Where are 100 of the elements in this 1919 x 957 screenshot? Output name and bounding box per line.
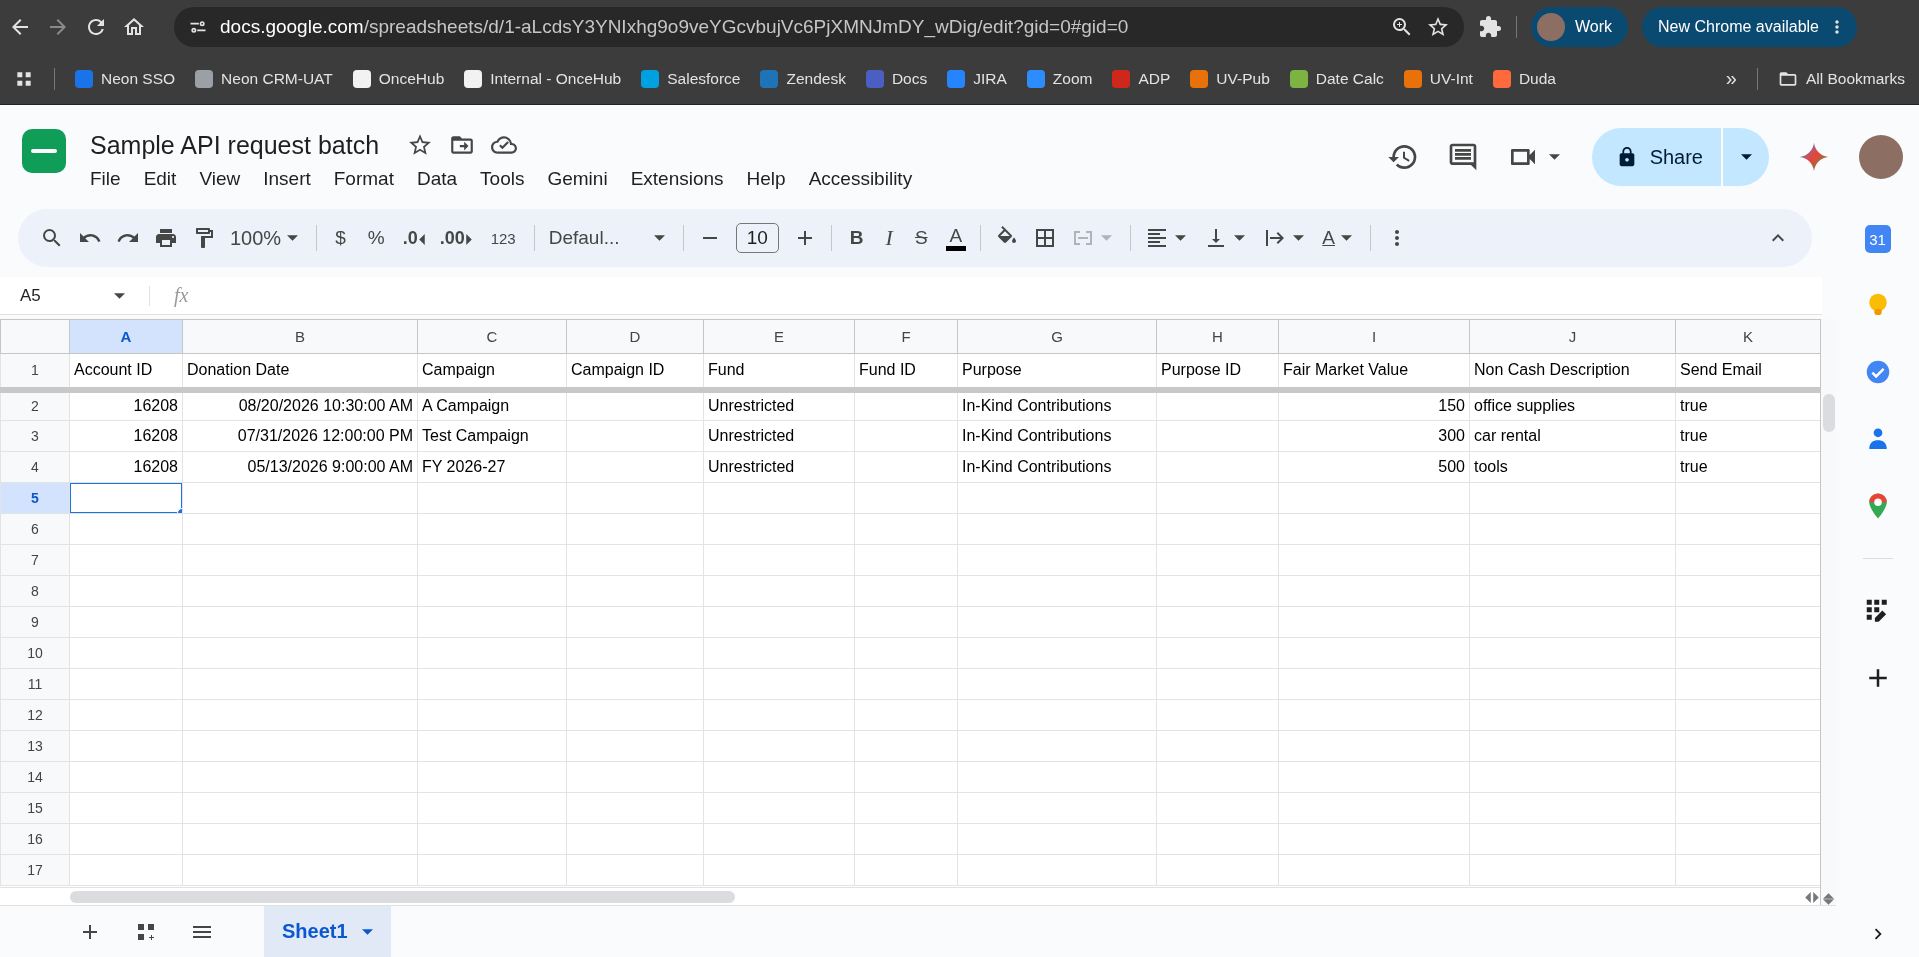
row-header[interactable]: 9 bbox=[0, 606, 70, 638]
table-cell: 05/13/2026 9:00:00 AM bbox=[182, 451, 418, 483]
scrollbar-thumb[interactable] bbox=[70, 890, 735, 903]
bookmark[interactable]: Zendesk bbox=[760, 69, 846, 88]
avatar[interactable] bbox=[1859, 135, 1903, 179]
menu-item[interactable]: File bbox=[90, 165, 129, 192]
text-color-button[interactable]: A bbox=[945, 225, 967, 251]
row-header[interactable]: 7 bbox=[0, 544, 70, 576]
row-header[interactable]: 11 bbox=[0, 668, 70, 700]
all-bookmarks-button[interactable]: All Bookmarks bbox=[1777, 68, 1905, 89]
column-header[interactable]: B bbox=[182, 319, 418, 354]
table-cell: Purpose ID bbox=[1156, 353, 1279, 390]
profile-button[interactable]: Work bbox=[1531, 6, 1629, 47]
sheet-tab[interactable]: Sheet1 bbox=[264, 905, 391, 957]
arrow-icon bbox=[465, 233, 472, 245]
formula-label: fx bbox=[174, 284, 189, 307]
table-cell: Unrestricted bbox=[703, 420, 855, 452]
italic-button[interactable]: I bbox=[881, 225, 897, 251]
menu-item[interactable]: View bbox=[199, 165, 249, 192]
print-icon[interactable] bbox=[154, 226, 178, 250]
scroll-up-icon[interactable] bbox=[1823, 893, 1834, 899]
name-box[interactable]: A5 bbox=[0, 285, 150, 306]
column-header[interactable]: I bbox=[1278, 319, 1470, 354]
row-header[interactable]: 12 bbox=[0, 699, 70, 731]
more-bookmarks-button[interactable]: » bbox=[1725, 67, 1737, 90]
bookmark[interactable]: Duda bbox=[1492, 69, 1556, 88]
font-dropdown[interactable]: Defaul... bbox=[548, 227, 669, 249]
column-header[interactable]: F bbox=[854, 319, 958, 354]
table-cell: Unrestricted bbox=[703, 451, 855, 483]
strikethrough-button[interactable]: S bbox=[910, 227, 932, 249]
font-size-field[interactable]: 10 bbox=[735, 223, 779, 253]
calendar-icon[interactable]: 31 bbox=[1864, 225, 1891, 253]
row-header[interactable]: 3 bbox=[0, 420, 70, 452]
row-header[interactable]: 13 bbox=[0, 730, 70, 762]
column-header[interactable]: D bbox=[566, 319, 704, 354]
bookmark[interactable]: JIRA bbox=[947, 69, 1007, 88]
bookmark[interactable]: UV-Int bbox=[1403, 69, 1473, 88]
number-format-button[interactable]: 123 bbox=[486, 229, 520, 247]
bookmark[interactable]: Neon CRM-UAT bbox=[195, 69, 333, 88]
table-cell: In-Kind Contributions bbox=[957, 420, 1157, 452]
row-header[interactable]: 14 bbox=[0, 761, 70, 793]
row-header[interactable]: 1 bbox=[0, 353, 70, 390]
row-header[interactable]: 15 bbox=[0, 792, 70, 824]
bold-button[interactable]: B bbox=[845, 227, 868, 249]
menu-item[interactable]: Edit bbox=[143, 165, 185, 192]
row-header[interactable]: 16 bbox=[0, 823, 70, 855]
column-header[interactable]: H bbox=[1156, 319, 1279, 354]
table-cell: Fair Market Value bbox=[1278, 353, 1470, 390]
scrollbar-thumb[interactable] bbox=[1822, 394, 1835, 432]
column-header[interactable]: C bbox=[417, 319, 567, 354]
bookmark[interactable]: Neon SSO bbox=[75, 69, 176, 88]
text-rotation-button[interactable]: A bbox=[1322, 227, 1356, 249]
bookmark[interactable]: Salesforce bbox=[641, 69, 741, 88]
sheets-logo[interactable] bbox=[22, 129, 66, 173]
share-button[interactable]: Share bbox=[1591, 128, 1721, 186]
bookmark[interactable]: Zoom bbox=[1026, 69, 1093, 88]
column-header[interactable]: K bbox=[1675, 319, 1821, 354]
bookmark[interactable]: ADP bbox=[1112, 69, 1171, 88]
extensions-icon[interactable] bbox=[1478, 14, 1502, 39]
row-header[interactable]: 4 bbox=[0, 451, 70, 483]
scroll-down-icon[interactable] bbox=[1823, 899, 1834, 905]
column-header[interactable]: E bbox=[703, 319, 855, 354]
row-header[interactable]: 8 bbox=[0, 575, 70, 607]
menu-item[interactable]: Insert bbox=[263, 165, 319, 192]
caret-icon bbox=[361, 928, 373, 935]
menu-item[interactable]: Help bbox=[746, 165, 794, 192]
row-header[interactable]: 5 bbox=[0, 482, 70, 514]
menu-item[interactable]: Accessibility bbox=[808, 165, 921, 192]
percent-button[interactable]: % bbox=[363, 227, 389, 249]
bookmark[interactable]: Internal - OnceHub bbox=[464, 69, 622, 88]
update-button[interactable]: New Chrome available bbox=[1642, 6, 1857, 47]
active-cell[interactable] bbox=[70, 483, 182, 513]
currency-button[interactable]: $ bbox=[331, 227, 350, 249]
table-cell: 16208 bbox=[69, 451, 183, 483]
table-cell: Campaign bbox=[417, 353, 567, 390]
menu-item[interactable]: Gemini bbox=[547, 165, 616, 192]
address-bar[interactable]: docs.google.com/spreadsheets/d/1-aLcdsY3YNIxhg9o9veYGcvbujVc6PjXMNJmDY_wDig/edit?gid=0#gid=0 bbox=[174, 6, 1464, 47]
scroll-left-icon[interactable] bbox=[1805, 892, 1811, 903]
column-header[interactable]: J bbox=[1469, 319, 1676, 354]
bookmark[interactable]: OnceHub bbox=[352, 69, 445, 88]
bookmark[interactable]: UV-Pub bbox=[1190, 69, 1270, 88]
bookmark[interactable]: Date Calc bbox=[1289, 69, 1384, 88]
row-header[interactable]: 10 bbox=[0, 637, 70, 669]
menu-item[interactable]: Tools bbox=[480, 165, 533, 192]
bookmark[interactable]: Docs bbox=[865, 69, 928, 88]
menu-item[interactable]: Data bbox=[416, 165, 466, 192]
row-header[interactable]: 6 bbox=[0, 513, 70, 545]
menu-item[interactable]: Extensions bbox=[630, 165, 732, 192]
document-title[interactable]: Sample API request batch bbox=[90, 130, 380, 160]
column-header[interactable]: G bbox=[957, 319, 1157, 354]
decrease-decimals-button[interactable]: .0 bbox=[402, 227, 426, 249]
caret-icon bbox=[653, 235, 665, 241]
increase-decimals-button[interactable]: .00 bbox=[439, 227, 473, 249]
row-header[interactable]: 17 bbox=[0, 854, 70, 886]
url-text[interactable]: docs.google.com/spreadsheets/d/1-aLcdsY3YNIxhg9o9veYGcvbujVc6PjXMNJmDY_wDig/edit?gid=0#gid=0 bbox=[220, 15, 1129, 38]
caret-icon bbox=[1293, 235, 1305, 241]
zoom-dropdown[interactable]: 100% bbox=[230, 226, 303, 250]
table-cell: car rental bbox=[1469, 420, 1676, 452]
menu-item[interactable]: Format bbox=[333, 165, 402, 192]
column-header[interactable]: A bbox=[69, 319, 183, 354]
